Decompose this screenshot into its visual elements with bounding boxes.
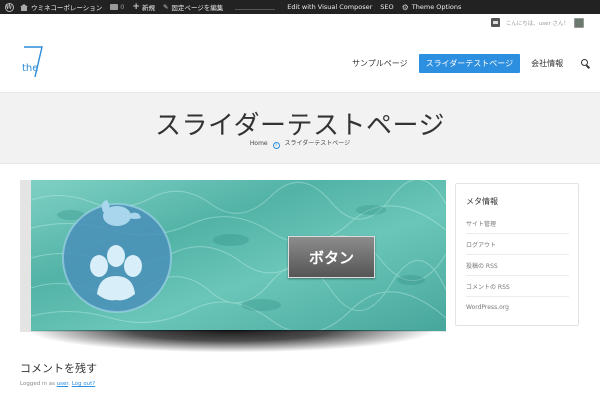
paw-emblem-icon: [62, 200, 172, 313]
user-link[interactable]: user: [57, 381, 69, 387]
meta-widget: メタ情報 サイト管理 ログアウト 投稿の RSS コメントの RSS WordP…: [455, 183, 579, 326]
wp-admin-bar: W ウミネコーポレーション 0 + 新規 ✎ 固定ページを編集 Edit wit…: [0, 0, 600, 14]
meta-link-logout[interactable]: ログアウト: [466, 234, 569, 255]
logout-link[interactable]: Log out?: [72, 381, 96, 387]
site-logo[interactable]: the: [22, 44, 50, 80]
comments-heading: コメントを残す: [20, 362, 97, 375]
meta-link-posts-rss[interactable]: 投稿の RSS: [466, 255, 569, 276]
breadcrumb: Home i スライダーテストページ: [0, 138, 600, 149]
comments-count: 0: [120, 3, 125, 11]
gear-icon: ⚙: [401, 2, 409, 12]
admin-bar-search-field[interactable]: [235, 4, 276, 10]
seven-logo-icon: [24, 46, 43, 78]
meta-link-site-admin[interactable]: サイト管理: [466, 213, 569, 234]
search-icon[interactable]: [580, 58, 590, 69]
page-title-banner: スライダーテストページ Home i スライダーテストページ: [0, 92, 600, 164]
nav-item-sample-page[interactable]: サンプルページ: [352, 54, 408, 73]
admin-bar-edit-page[interactable]: ✎ 固定ページを編集: [159, 0, 227, 14]
slider-shadow: [31, 330, 431, 352]
slider-button[interactable]: ボタン: [288, 236, 375, 278]
meta-link-comments-rss[interactable]: コメントの RSS: [466, 276, 569, 297]
meta-link-wordpress-org[interactable]: WordPress.org: [466, 297, 569, 318]
breadcrumb-separator-icon: i: [272, 142, 280, 149]
image-slider[interactable]: [31, 180, 446, 331]
greeting-text[interactable]: こんにちは、user さん！: [506, 19, 569, 27]
admin-bar-visual-composer[interactable]: Edit with Visual Composer: [283, 0, 376, 14]
nav-item-slider-test[interactable]: スライダーテストページ: [418, 54, 521, 73]
home-icon: [20, 3, 28, 11]
admin-bar-site-name[interactable]: ウミネコーポレーション: [16, 0, 106, 14]
page-title: スライダーテストページ: [155, 111, 445, 141]
logo-text: the: [22, 63, 39, 74]
admin-bar-theme-options[interactable]: ⚙ Theme Options: [398, 0, 466, 14]
widget-title: メタ情報: [466, 197, 498, 206]
breadcrumb-current: スライダーテストページ: [284, 140, 351, 147]
comment-bubble-icon: [110, 4, 119, 10]
avatar[interactable]: [574, 17, 584, 28]
admin-bar-new[interactable]: + 新規: [128, 0, 159, 14]
admin-bar-comments[interactable]: 0: [106, 0, 128, 14]
admin-bar-seo[interactable]: SEO: [376, 0, 397, 14]
logged-in-notice: Logged in as user. Log out?: [20, 381, 96, 387]
utility-bar: こんにちは、user さん！: [0, 14, 600, 31]
main-nav: サンプルページ スライダーテストページ 会社情報: [352, 54, 590, 73]
wordpress-logo-icon[interactable]: W: [2, 0, 16, 14]
screen-options-icon[interactable]: [490, 18, 500, 27]
widget-list: サイト管理 ログアウト 投稿の RSS コメントの RSS WordPress.…: [466, 213, 569, 318]
plus-icon: +: [132, 2, 140, 12]
breadcrumb-home[interactable]: Home: [250, 140, 268, 147]
nav-item-company[interactable]: 会社情報: [531, 54, 563, 73]
pencil-icon: ✎: [162, 3, 169, 11]
